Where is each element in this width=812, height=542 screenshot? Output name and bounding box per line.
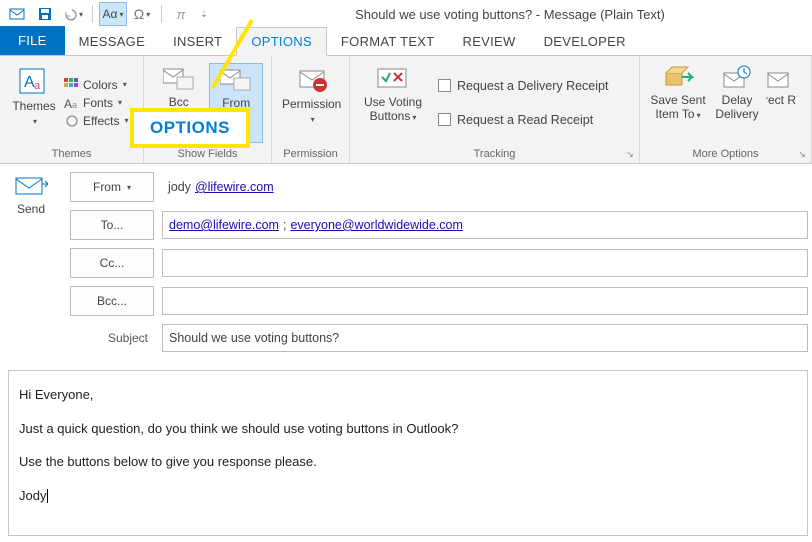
tab-file[interactable]: FILE xyxy=(0,26,65,55)
group-show-fields: Bcc From Show Fields xyxy=(144,56,272,163)
group-label-show-fields: Show Fields xyxy=(178,148,238,160)
checkbox-icon xyxy=(438,79,451,92)
group-label-more-options: More Options xyxy=(692,148,758,160)
text-caret xyxy=(46,488,48,503)
subject-label: Subject xyxy=(70,331,154,345)
body-line: Use the buttons below to give you respon… xyxy=(19,452,797,472)
app-icon[interactable] xyxy=(4,2,30,26)
more-options-dialog-launcher-icon[interactable]: ↘ xyxy=(796,148,808,160)
title-bar: ▾ Aα▾ Ω▾ π ⇣ Should we use voting button… xyxy=(0,0,812,28)
tab-review[interactable]: REVIEW xyxy=(449,28,530,55)
send-button[interactable]: Send xyxy=(14,174,48,216)
bcc-button[interactable]: Bcc xyxy=(152,63,205,143)
effects-button[interactable]: Effects▾ xyxy=(60,112,132,130)
ribbon-tabs: FILE MESSAGE INSERT OPTIONS FORMAT TEXT … xyxy=(0,28,812,56)
colors-button[interactable]: Colors▾ xyxy=(60,76,132,94)
cc-button[interactable]: Cc... xyxy=(70,248,154,278)
group-label-themes: Themes xyxy=(52,148,92,160)
tab-developer[interactable]: DEVELOPER xyxy=(530,28,640,55)
from-button[interactable]: From xyxy=(209,63,263,143)
quick-access-toolbar: ▾ Aα▾ Ω▾ π ⇣ xyxy=(4,2,212,26)
tab-options[interactable]: OPTIONS xyxy=(236,27,327,56)
ribbon: OPTIONS Aa Themes▾ Colors▾ Aa Fonts▾ Eff… xyxy=(0,56,812,164)
send-icon xyxy=(14,174,48,198)
compose-area: Send From▾ jody@lifewire.com To... demo@… xyxy=(0,164,812,536)
group-more-options: Save Sent Item To▾ Delay Delivery Direct… xyxy=(640,56,812,163)
group-label-permission: Permission xyxy=(283,148,337,160)
to-recipient-2[interactable]: everyone@worldwidewide.com xyxy=(290,218,463,232)
qat-customize-icon[interactable]: ⇣ xyxy=(196,2,212,26)
to-button[interactable]: To... xyxy=(70,210,154,240)
tab-message[interactable]: MESSAGE xyxy=(65,28,159,55)
message-body[interactable]: Hi Everyone, Just a quick question, do y… xyxy=(8,370,808,536)
tab-insert[interactable]: INSERT xyxy=(159,28,236,55)
request-read-receipt-checkbox[interactable]: Request a Read Receipt xyxy=(438,103,608,137)
checkbox-icon xyxy=(438,113,451,126)
group-label-tracking: Tracking xyxy=(474,148,516,160)
subject-field[interactable]: Should we use voting buttons? xyxy=(162,324,808,352)
pi-icon[interactable]: π xyxy=(168,2,194,26)
body-line: Jody xyxy=(19,486,797,506)
group-tracking: Use Voting Buttons▾ Request a Delivery R… xyxy=(350,56,640,163)
from-domain-link[interactable]: @lifewire.com xyxy=(195,180,274,194)
from-dropdown-button[interactable]: From▾ xyxy=(70,172,154,202)
window-title: Should we use voting buttons? - Message … xyxy=(212,7,808,22)
bcc-button[interactable]: Bcc... xyxy=(70,286,154,316)
body-line: Just a quick question, do you think we s… xyxy=(19,419,797,439)
svg-text:a: a xyxy=(34,80,41,92)
save-icon[interactable] xyxy=(32,2,58,26)
svg-text:A: A xyxy=(64,97,72,110)
tab-format-text[interactable]: FORMAT TEXT xyxy=(327,28,449,55)
save-sent-item-to-button[interactable]: Save Sent Item To▾ xyxy=(648,63,708,143)
fonts-button[interactable]: Aa Fonts▾ xyxy=(60,94,132,112)
to-field[interactable]: demo@lifewire.com; everyone@worldwidewid… xyxy=(162,211,808,239)
omega-icon[interactable]: Ω▾ xyxy=(129,2,155,26)
use-voting-buttons[interactable]: Use Voting Buttons▾ xyxy=(358,63,428,143)
from-value: jody@lifewire.com xyxy=(162,180,808,194)
to-recipient-1[interactable]: demo@lifewire.com xyxy=(169,218,279,232)
svg-text:a: a xyxy=(72,100,77,110)
direct-replies-button[interactable]: Direct Rep xyxy=(766,63,796,143)
group-permission: Permission▾ Permission xyxy=(272,56,350,163)
delay-delivery-button[interactable]: Delay Delivery xyxy=(710,63,764,143)
body-line: Hi Everyone, xyxy=(19,385,797,405)
themes-button[interactable]: Aa Themes▾ xyxy=(8,63,60,143)
bcc-field[interactable] xyxy=(162,287,808,315)
request-delivery-receipt-checkbox[interactable]: Request a Delivery Receipt xyxy=(438,69,608,103)
permission-button[interactable]: Permission▾ xyxy=(280,63,343,143)
case-toggle-icon[interactable]: Aα▾ xyxy=(99,2,127,26)
undo-dropdown-icon[interactable]: ▾ xyxy=(60,2,86,26)
group-themes: Aa Themes▾ Colors▾ Aa Fonts▾ Effects▾ Th… xyxy=(0,56,144,163)
tracking-dialog-launcher-icon[interactable]: ↘ xyxy=(624,148,636,160)
cc-field[interactable] xyxy=(162,249,808,277)
